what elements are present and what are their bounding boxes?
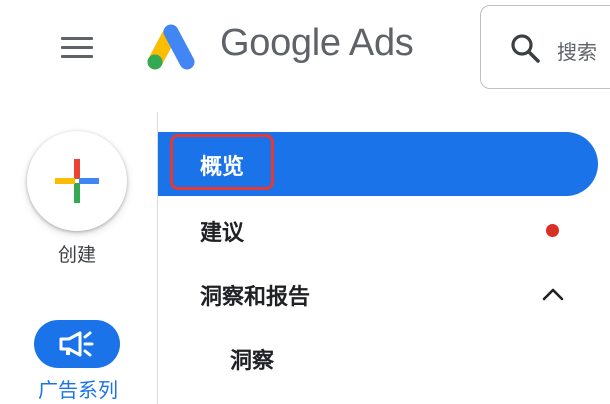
plus-icon: [55, 159, 99, 203]
brand-name: Google Ads: [220, 22, 414, 64]
nav-item-label: 概览: [200, 155, 245, 180]
megaphone-icon: [59, 331, 94, 357]
create-label: 创建: [57, 244, 96, 266]
nav-item-insights[interactable]: 洞察: [158, 326, 598, 390]
nav-item-label: 建议: [200, 221, 245, 246]
search-icon: [511, 34, 540, 63]
chevron-up-icon[interactable]: [540, 284, 566, 304]
nav-item-insights-reports[interactable]: 洞察和报告: [158, 262, 598, 326]
campaigns-nav-button[interactable]: [34, 320, 120, 368]
nav-item-recommendations[interactable]: 建议: [158, 198, 598, 262]
campaigns-label: 广告系列: [38, 378, 118, 402]
nav-item-label: 洞察和报告: [200, 285, 311, 310]
search-placeholder: 搜索: [557, 40, 597, 64]
notification-dot: [546, 224, 559, 237]
nav-item-label: 洞察: [230, 349, 275, 374]
create-button[interactable]: [27, 131, 127, 231]
menu-icon[interactable]: [58, 32, 96, 62]
nav-item-overview[interactable]: 概览: [158, 132, 598, 196]
app-header: Google Ads 搜索: [0, 0, 610, 96]
google-ads-logo: [147, 24, 195, 70]
search-box[interactable]: 搜索: [480, 5, 610, 89]
